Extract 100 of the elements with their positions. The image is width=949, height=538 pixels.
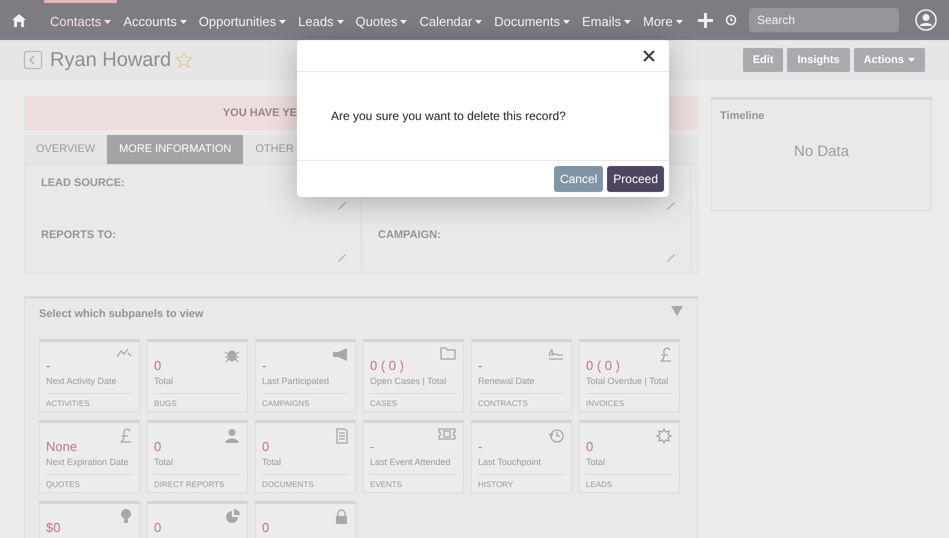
subpanel-card[interactable]: - Last Event Attended EVENTS	[363, 420, 464, 493]
dialog-message: Are you sure you want to delete this record?	[331, 108, 566, 125]
card-title: EVENTS	[370, 478, 404, 490]
ticket-icon	[438, 428, 456, 440]
nav-menu-item[interactable]: Quotes	[350, 0, 414, 40]
caret-icon	[475, 20, 482, 24]
subpanel-card[interactable]: 0 Total DIRECT REPORTS	[147, 420, 248, 493]
search-field[interactable]: Search	[749, 8, 899, 32]
nav-menu-item[interactable]: Leads	[292, 0, 350, 40]
record-title: Ryan Howard	[50, 48, 172, 73]
trend-line-icon	[116, 347, 132, 359]
history-icon[interactable]	[725, 14, 737, 26]
collapse-triangle-icon[interactable]	[671, 306, 683, 316]
card-caption: Open Cases | Total	[370, 375, 457, 394]
tab[interactable]: OTHER	[243, 135, 306, 164]
nav-menu-item[interactable]: Emails	[576, 0, 637, 40]
card-caption: Total	[154, 456, 241, 474]
card-value: 0 ( 0 )	[586, 358, 620, 374]
caret-icon	[104, 20, 112, 24]
field-label: LEAD SOURCE:	[41, 176, 126, 190]
card-title: BUGS	[154, 398, 178, 410]
megaphone-icon	[332, 347, 348, 362]
user-avatar-icon[interactable]	[915, 9, 937, 31]
plus-icon[interactable]	[698, 12, 713, 28]
card-title: CAMPAIGNS	[262, 398, 310, 410]
tab[interactable]: MORE INFORMATION	[107, 135, 244, 164]
subpanel-card[interactable]: $0	[39, 501, 140, 538]
action-button[interactable]: Insights	[787, 48, 850, 72]
actions-dropdown[interactable]: Actions	[854, 48, 925, 72]
nav-menu-item[interactable]: Calendar	[413, 0, 488, 40]
pencil-icon[interactable]	[337, 200, 347, 210]
card-title: INVOICES	[586, 398, 626, 410]
caret-icon	[180, 20, 187, 24]
card-title: LEADS	[586, 478, 614, 490]
caret-icon	[400, 20, 408, 24]
card-value: 0	[262, 520, 270, 536]
subpanel-card[interactable]: - Next Activity Date ACTIVITIES	[39, 339, 140, 412]
home-icon[interactable]	[12, 14, 26, 26]
subpanel-card[interactable]: None Next Expiration Date QUOTES	[39, 420, 140, 493]
subpanel-card[interactable]: 0 ( 0 ) Open Cases | Total CASES	[363, 339, 464, 412]
card-value: None	[46, 439, 78, 455]
card-caption: Total Overdue | Total	[586, 375, 673, 394]
card-title: DOCUMENTS	[262, 478, 315, 490]
subpanel-card[interactable]: - Renewal Date CONTRACTS	[471, 339, 572, 412]
action-button[interactable]: Edit	[742, 48, 784, 72]
pencil-icon[interactable]	[666, 200, 676, 210]
favorite-star-icon[interactable]	[175, 51, 194, 69]
caret-icon	[336, 20, 344, 24]
card-caption: Last Event Attended	[370, 456, 457, 474]
card-value: 0	[154, 439, 162, 455]
card-value: 0	[262, 439, 270, 455]
card-caption: Total	[154, 375, 241, 394]
pound-sign-icon	[659, 347, 672, 362]
card-caption: Next Expiration Date	[46, 456, 133, 474]
lock-icon	[335, 509, 348, 524]
alert-text: YOU HAVE YE	[222, 106, 297, 121]
subpanel-card[interactable]: 0 ( 0 ) Total Overdue | Total INVOICES	[579, 339, 680, 412]
card-caption: Total	[586, 456, 673, 474]
card-caption: Last Participated	[262, 375, 349, 394]
subpanel-card[interactable]: - Last Participated CAMPAIGNS	[255, 339, 356, 412]
lightbulb-icon	[120, 509, 132, 523]
caret-icon	[562, 20, 570, 24]
starburst-icon	[656, 428, 672, 444]
nav-menu-item[interactable]: Opportunities	[192, 0, 292, 40]
subpanel-card[interactable]: 0	[147, 501, 248, 538]
nav-menu-item[interactable]: Documents	[488, 0, 576, 40]
subpanel-card[interactable]: 0 Total LEADS	[579, 420, 680, 493]
nav-menu-item[interactable]: Accounts	[117, 0, 193, 40]
history-icon	[548, 428, 564, 443]
subpanel-card[interactable]: 0	[255, 501, 356, 538]
card-caption: Last Touchpoint	[478, 456, 565, 474]
card-value: -	[478, 439, 482, 455]
person-icon	[224, 428, 240, 443]
card-value: -	[370, 439, 374, 455]
document-icon	[336, 428, 348, 444]
field-label: CAMPAIGN:	[378, 228, 442, 242]
cancel-button[interactable]: Cancel	[554, 166, 604, 192]
folder-icon	[440, 347, 456, 360]
nav-menu-item[interactable]: More	[637, 0, 689, 40]
card-title: CONTRACTS	[478, 398, 529, 410]
card-value: 0 ( 0 )	[370, 358, 404, 374]
pencil-icon[interactable]	[337, 252, 347, 262]
timeline-empty-text: No Data	[792, 142, 850, 162]
tab[interactable]: OVERVIEW	[24, 135, 108, 164]
proceed-button[interactable]: Proceed	[607, 166, 664, 192]
pencil-icon[interactable]	[666, 252, 676, 262]
card-value: 0	[154, 520, 162, 536]
subpanel-card[interactable]: - Last Touchpoint HISTORY	[471, 420, 572, 493]
card-title: CASES	[370, 398, 398, 410]
subpanel-card[interactable]: 0 Total BUGS	[147, 339, 248, 412]
caret-icon	[624, 20, 631, 24]
pie-chart-icon	[226, 509, 240, 523]
card-title: ACTIVITIES	[46, 398, 91, 410]
card-caption: Next Activity Date	[46, 375, 133, 394]
close-icon[interactable]	[643, 50, 655, 62]
subpanel-card[interactable]: 0 Total DOCUMENTS	[255, 420, 356, 493]
card-value: 0	[154, 358, 162, 374]
back-button-icon[interactable]	[24, 51, 42, 69]
subpanels-title: Select which subpanels to view	[39, 306, 204, 322]
card-value: -	[478, 358, 482, 374]
